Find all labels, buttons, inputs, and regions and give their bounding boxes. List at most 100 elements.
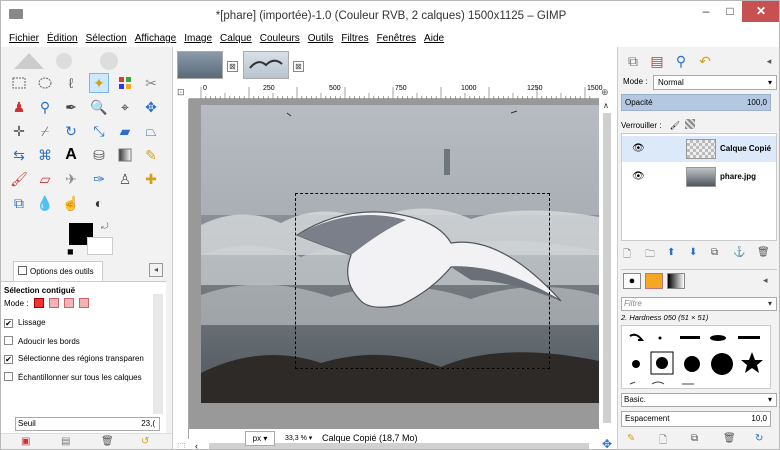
- pencil-tool-icon[interactable]: ✎: [141, 145, 161, 165]
- undo-history-tab-icon[interactable]: ↶: [694, 51, 716, 71]
- airbrush-tool-icon[interactable]: ✈: [61, 169, 81, 189]
- brush-spacing-slider[interactable]: Espacement 10,0: [621, 411, 771, 427]
- brush-filter-input[interactable]: Filtre ▾: [621, 297, 777, 311]
- option-sample-merged[interactable]: Échantillonner sur tous les calques: [4, 372, 142, 382]
- shear-tool-icon[interactable]: ▰: [115, 121, 135, 141]
- menu-fichier[interactable]: Fichier: [5, 31, 43, 47]
- zoom-select[interactable]: 33,3 % ▾: [285, 431, 321, 446]
- vertical-ruler[interactable]: [175, 99, 189, 439]
- paintbrush-tool-icon[interactable]: 🖌: [9, 169, 29, 189]
- paths-tab-icon[interactable]: ⚲: [670, 51, 692, 71]
- reset-icon[interactable]: ↺: [141, 436, 149, 447]
- lock-pixels-icon[interactable]: 🖌: [670, 121, 680, 130]
- dock-menu-button[interactable]: ◂: [763, 275, 768, 286]
- cage-tool-icon[interactable]: ⌘: [35, 145, 55, 165]
- menu-filtres[interactable]: Filtres: [337, 31, 372, 47]
- brush-grid[interactable]: [621, 325, 771, 389]
- foreground-select-tool-icon[interactable]: ♟: [9, 97, 29, 117]
- menu-couleurs[interactable]: Couleurs: [256, 31, 304, 47]
- save-icon[interactable]: ▣: [21, 436, 30, 447]
- layer-mode-select[interactable]: Normal ▾: [653, 75, 777, 90]
- paths-tool-icon[interactable]: ⚲: [35, 97, 55, 117]
- layer-row[interactable]: 👁 phare.jpg: [622, 164, 776, 190]
- lock-alpha-icon[interactable]: [685, 119, 696, 129]
- close-tab-icon[interactable]: ⊠: [293, 61, 304, 72]
- image-tab-seagull[interactable]: [243, 51, 289, 79]
- minimize-button[interactable]: –: [694, 1, 718, 22]
- option-transparent[interactable]: ✔ Sélectionne des régions transparen: [4, 354, 144, 364]
- brush-grid-scrollbar[interactable]: [772, 326, 779, 390]
- mode-subtract-button[interactable]: [64, 298, 75, 308]
- menu-calque[interactable]: Calque: [216, 31, 256, 47]
- blur-tool-icon[interactable]: 💧: [35, 193, 55, 213]
- layers-tab-icon[interactable]: ⧉: [622, 51, 644, 71]
- quick-mask-icon[interactable]: ⬚: [177, 441, 186, 449]
- dodge-burn-tool-icon[interactable]: ◐: [89, 193, 109, 213]
- gradients-tab-icon[interactable]: [667, 273, 685, 289]
- rotate-tool-icon[interactable]: ↻: [61, 121, 81, 141]
- ink-tool-icon[interactable]: ✑: [89, 169, 109, 189]
- scroll-up-icon[interactable]: ∧: [603, 101, 609, 110]
- menu-image[interactable]: Image: [180, 31, 216, 47]
- horizontal-ruler[interactable]: 0 250 500 750 1000 1250 1500: [189, 85, 603, 99]
- color-select-tool-icon[interactable]: [115, 73, 135, 93]
- menu-aide[interactable]: Aide: [420, 31, 448, 47]
- heal-tool-icon[interactable]: ✚: [141, 169, 161, 189]
- zoom-fit-icon[interactable]: ⊕: [601, 87, 609, 98]
- tool-options-scrollbar[interactable]: [153, 294, 163, 414]
- mode-replace-button[interactable]: [33, 298, 44, 308]
- close-button[interactable]: ✕: [742, 1, 779, 22]
- scale-tool-icon[interactable]: ⤡: [89, 121, 109, 141]
- eraser-tool-icon[interactable]: ▱: [35, 169, 55, 189]
- vertical-scroll-thumb[interactable]: [603, 113, 611, 423]
- bucket-fill-tool-icon[interactable]: ⛁: [89, 145, 109, 165]
- new-layer-icon[interactable]: 🗋: [623, 247, 631, 264]
- align-tool-icon[interactable]: ✛: [9, 121, 29, 141]
- zoom-tool-icon[interactable]: 🔍: [89, 97, 109, 117]
- eye-icon[interactable]: 👁: [632, 143, 645, 154]
- navigate-icon[interactable]: ✥: [602, 437, 612, 449]
- layer-row[interactable]: 👁 Calque Copié: [622, 136, 776, 162]
- perspective-clone-tool-icon[interactable]: ⧉: [9, 193, 29, 213]
- perspective-tool-icon[interactable]: ⏢: [141, 121, 161, 141]
- eye-icon[interactable]: 👁: [632, 171, 645, 182]
- refresh-brushes-icon[interactable]: ↻: [755, 433, 763, 444]
- smudge-tool-icon[interactable]: ☝: [61, 193, 81, 213]
- delete-icon[interactable]: 🗑: [101, 436, 114, 447]
- adoucir-checkbox[interactable]: [4, 336, 13, 345]
- new-brush-icon[interactable]: 🗋: [659, 433, 667, 449]
- image-tab-phare[interactable]: [177, 51, 223, 79]
- menu-outils[interactable]: Outils: [304, 31, 338, 47]
- mode-intersect-button[interactable]: [79, 298, 90, 308]
- raise-layer-icon[interactable]: ⬆: [667, 247, 675, 258]
- layer-name[interactable]: phare.jpg: [720, 172, 756, 181]
- lissage-checkbox[interactable]: ✔: [4, 319, 13, 328]
- menu-selection[interactable]: Sélection: [82, 31, 131, 47]
- mode-add-button[interactable]: [48, 298, 59, 308]
- move-tool-icon[interactable]: ✥: [141, 97, 161, 117]
- delete-brush-icon[interactable]: 🗑: [723, 433, 736, 444]
- tool-options-tab[interactable]: Options des outils: [13, 261, 103, 281]
- threshold-slider[interactable]: Seuil 23,(: [15, 417, 160, 431]
- delete-layer-icon[interactable]: 🗑: [757, 247, 770, 258]
- background-color-swatch[interactable]: [87, 237, 113, 255]
- option-lissage[interactable]: ✔ Lissage: [4, 318, 46, 328]
- fuzzy-select-tool-icon[interactable]: ✦: [89, 73, 109, 93]
- color-picker-tool-icon[interactable]: ✒: [61, 97, 81, 117]
- menu-fenetres[interactable]: Fenêtres: [373, 31, 420, 47]
- menu-edition[interactable]: Édition: [43, 31, 82, 47]
- selection-marquee[interactable]: [295, 193, 550, 369]
- ellipse-select-tool-icon[interactable]: [35, 73, 55, 93]
- layer-name[interactable]: Calque Copié: [720, 144, 771, 153]
- unit-select[interactable]: px ▾: [245, 431, 275, 446]
- channels-tab-icon[interactable]: ▤: [646, 51, 668, 71]
- flip-tool-icon[interactable]: ⇆: [9, 145, 29, 165]
- sample-merged-checkbox[interactable]: [4, 372, 13, 381]
- restore-icon[interactable]: ▤: [61, 436, 70, 447]
- transparent-checkbox[interactable]: ✔: [4, 355, 13, 364]
- brushes-tab-icon[interactable]: ●: [623, 273, 641, 289]
- swap-colors-icon[interactable]: ⤾: [101, 221, 109, 232]
- scroll-left-icon[interactable]: ‹: [195, 441, 198, 449]
- scissors-tool-icon[interactable]: ✂: [141, 73, 161, 93]
- default-colors-icon[interactable]: ◼: [67, 247, 74, 256]
